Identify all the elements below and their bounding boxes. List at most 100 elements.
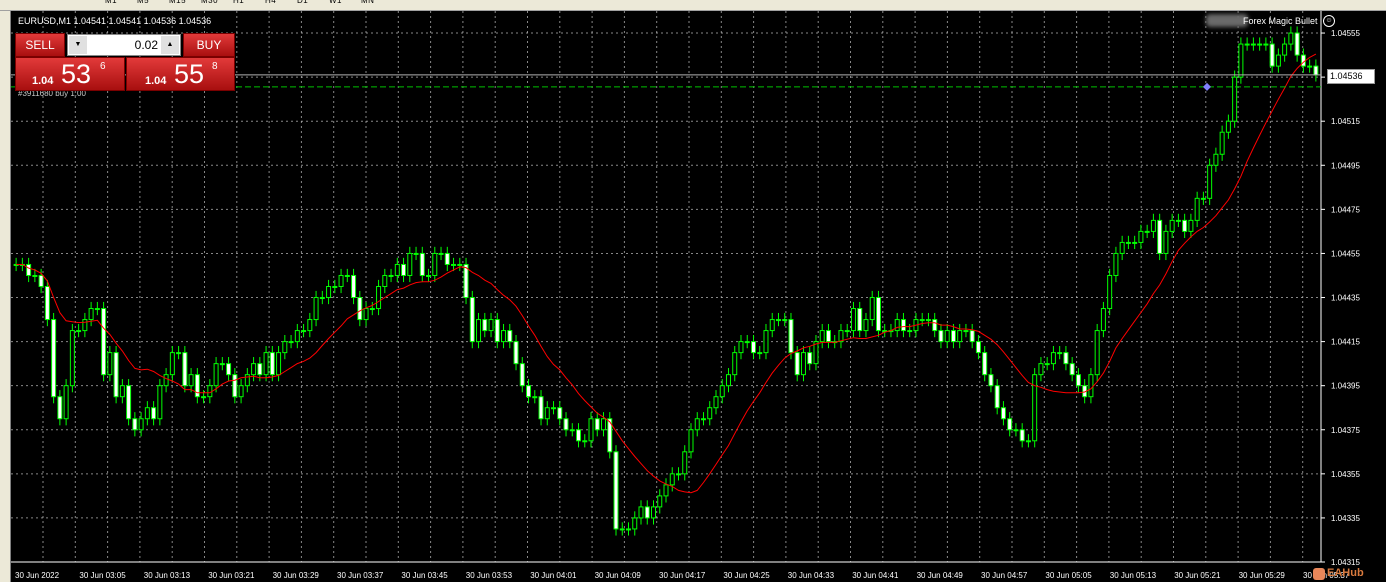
- candle-body: [1019, 429, 1025, 442]
- buy-button[interactable]: BUY: [183, 33, 235, 57]
- candle-body: [394, 263, 400, 276]
- timeframe-m5[interactable]: M5: [137, 0, 149, 5]
- candle-body: [825, 330, 831, 343]
- candle-body: [1175, 219, 1181, 222]
- smiley-icon[interactable]: ☺: [1323, 15, 1335, 27]
- candle-body: [900, 319, 906, 332]
- candle-body: [869, 297, 875, 321]
- candle-body: [457, 263, 463, 266]
- time-axis-label: 30 Jun 04:09: [595, 571, 642, 580]
- candle-body: [1075, 374, 1081, 387]
- timeframe-m15[interactable]: M15: [169, 0, 186, 5]
- candle-body: [307, 319, 313, 332]
- buy-price-button[interactable]: 1.04 55 8: [126, 57, 235, 91]
- candle-body: [169, 352, 175, 376]
- candle-body: [750, 341, 756, 354]
- candle-body: [1138, 230, 1144, 243]
- price-axis-label: 1.04415: [1331, 338, 1360, 347]
- candle-body: [700, 418, 706, 421]
- candle-body: [269, 352, 275, 376]
- blurred-region: [1206, 14, 1248, 27]
- timeframe-m1[interactable]: M1: [105, 0, 117, 5]
- candle-body: [863, 319, 869, 332]
- timeframe-d1[interactable]: D1: [297, 0, 308, 5]
- lot-size-value[interactable]: 0.02: [135, 36, 158, 54]
- candle-body: [451, 263, 457, 266]
- increase-lot-icon[interactable]: ▲: [161, 36, 179, 54]
- candle-body: [1244, 43, 1250, 46]
- price-axis-label: 1.04475: [1331, 205, 1360, 214]
- candle-body: [157, 385, 163, 420]
- sell-button[interactable]: SELL: [15, 33, 65, 57]
- candle-body: [682, 451, 688, 475]
- candle-body: [88, 308, 94, 321]
- candle-body: [113, 352, 119, 398]
- candle-body: [1025, 440, 1031, 443]
- candle-body: [332, 286, 338, 288]
- candle-body: [1057, 352, 1063, 355]
- timeframe-m30[interactable]: M30: [201, 0, 218, 5]
- timeframe-mn[interactable]: MN: [361, 0, 374, 5]
- candle-body: [1144, 230, 1150, 233]
- candle-body: [857, 308, 863, 332]
- timeframe-w1[interactable]: W1: [329, 0, 342, 5]
- candle-body: [263, 352, 269, 376]
- candle-body: [251, 363, 257, 376]
- candle-body: [907, 330, 913, 333]
- candle-body: [357, 297, 363, 321]
- time-axis-label: 30 Jun 04:17: [659, 571, 706, 580]
- candle-body: [794, 352, 800, 376]
- candle-body: [426, 274, 432, 277]
- candle-body: [982, 352, 988, 376]
- candle-body: [807, 352, 813, 365]
- decrease-lot-icon[interactable]: ▼: [69, 36, 87, 54]
- candle-body: [282, 341, 288, 354]
- candle-body: [382, 274, 388, 288]
- candle-body: [1307, 65, 1313, 68]
- candle-body: [819, 330, 825, 343]
- watermark: EAHub: [1327, 567, 1364, 579]
- price-axis-label: 1.04555: [1331, 29, 1360, 38]
- candle-body: [363, 308, 369, 321]
- lot-size-field[interactable]: ▼ 0.02 ▲: [67, 34, 181, 56]
- candle-body: [1150, 219, 1156, 232]
- candle-body: [182, 352, 188, 387]
- timeframe-h4[interactable]: H4: [265, 0, 276, 5]
- candle-body: [850, 308, 856, 332]
- price-chart[interactable]: 1.045551.045351.045151.044951.044751.044…: [11, 11, 1386, 582]
- candle-body: [344, 274, 350, 277]
- candle-body: [1288, 32, 1294, 45]
- candle-body: [519, 363, 525, 387]
- candle-body: [1238, 43, 1244, 78]
- candle-body: [775, 319, 781, 322]
- candle-body: [1200, 197, 1206, 200]
- expert-advisor-name: Forex Magic Bullet: [1243, 16, 1318, 26]
- candle-body: [313, 297, 319, 321]
- chart-canvas[interactable]: 1.045551.045351.045151.044951.044751.044…: [11, 11, 1386, 582]
- candle-body: [757, 352, 763, 355]
- current-price-tag: 1.04536: [1327, 68, 1375, 84]
- moving-average-line: [16, 53, 1317, 494]
- candle-body: [226, 363, 232, 376]
- candle-body: [1132, 241, 1138, 244]
- candle-body: [494, 319, 500, 343]
- time-axis-label: 30 Jun 03:53: [466, 571, 513, 580]
- candle-body: [707, 407, 713, 420]
- candle-body: [1219, 131, 1225, 155]
- candle-body: [1163, 230, 1169, 254]
- candle-body: [994, 385, 1000, 409]
- timeframe-h1[interactable]: H1: [233, 0, 244, 5]
- candle-body: [401, 263, 407, 276]
- ask-price-point: 8: [212, 61, 218, 72]
- price-axis-label: 1.04395: [1331, 382, 1360, 391]
- candle-body: [1207, 164, 1213, 199]
- candle-body: [688, 429, 694, 453]
- one-click-trading-panel: SELL ▼ 0.02 ▲ BUY 1.04 53 6 1.04 55 8: [15, 33, 237, 91]
- candle-body: [719, 385, 725, 398]
- candle-body: [944, 330, 950, 343]
- candle-body: [132, 418, 138, 431]
- sell-price-button[interactable]: 1.04 53 6: [15, 57, 125, 91]
- candle-body: [538, 396, 544, 420]
- candle-body: [788, 319, 794, 354]
- candle-body: [513, 341, 519, 365]
